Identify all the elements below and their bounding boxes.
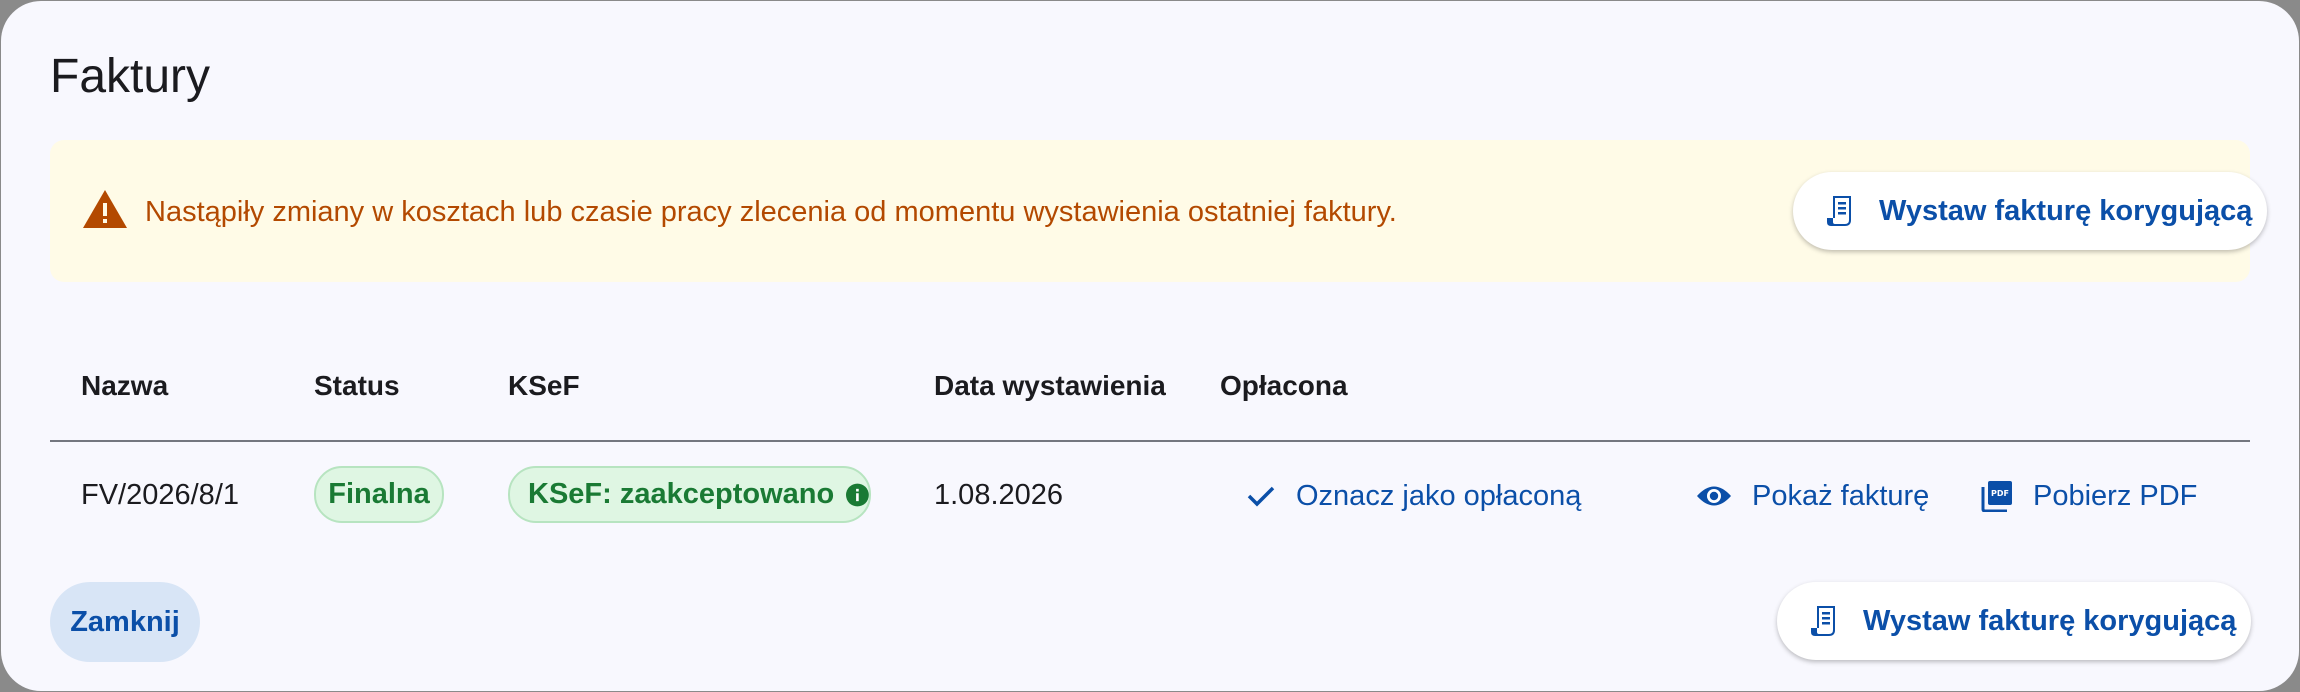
download-pdf-button[interactable]: PDF Pobierz PDF xyxy=(1981,472,2197,520)
eye-icon xyxy=(1697,486,1731,506)
issue-correction-footer-button[interactable]: Wystaw fakturę korygującą xyxy=(1777,582,2251,660)
check-icon xyxy=(1247,486,1275,507)
column-header-ksef: KSeF xyxy=(508,370,580,401)
close-button[interactable]: Zamknij xyxy=(50,582,200,662)
show-invoice-button[interactable]: Pokaż fakturę xyxy=(1696,472,1929,520)
download-pdf-label: Pobierz PDF xyxy=(2033,479,2198,512)
ksef-status-label: KSeF: zaakceptowano xyxy=(528,478,835,510)
column-header-issue-date: Data wystawienia xyxy=(934,370,1166,401)
column-header-status: Status xyxy=(314,370,400,401)
issue-date: 1.08.2026 xyxy=(934,479,1064,511)
invoices-dialog: Faktury Nastąpiły zmiany w kosztach lub … xyxy=(1,1,2299,691)
info-icon[interactable] xyxy=(846,482,869,508)
table-header-divider xyxy=(50,440,2250,442)
column-header-paid: Opłacona xyxy=(1220,370,1348,401)
status-badge-label: Finalna xyxy=(328,478,430,510)
receipt-icon xyxy=(1811,606,1835,636)
column-header-name: Nazwa xyxy=(81,370,169,401)
issue-correction-label: Wystaw fakturę korygującą xyxy=(1879,194,2253,227)
status-badge: Finalna xyxy=(314,466,444,523)
warning-message: Nastąpiły zmiany w kosztach lub czasie p… xyxy=(145,196,1397,228)
close-button-label: Zamknij xyxy=(70,605,180,638)
warning-banner: Nastąpiły zmiany w kosztach lub czasie p… xyxy=(50,140,2267,282)
mark-as-paid-label: Oznacz jako opłaconą xyxy=(1296,479,1582,512)
mark-as-paid-button[interactable]: Oznacz jako opłaconą xyxy=(1246,472,1581,520)
svg-text:PDF: PDF xyxy=(1991,489,2009,498)
issue-correction-button[interactable]: Wystaw fakturę korygującą xyxy=(1793,172,2267,250)
warning-triangle-icon xyxy=(83,190,127,228)
show-invoice-label: Pokaż fakturę xyxy=(1752,479,1930,512)
pdf-icon: PDF xyxy=(1981,481,2012,512)
receipt-icon xyxy=(1827,196,1851,226)
invoice-name: FV/2026/8/1 xyxy=(81,479,239,511)
ksef-status-badge[interactable]: KSeF: zaakceptowano xyxy=(508,466,871,523)
dialog-title: Faktury xyxy=(50,50,211,103)
issue-correction-footer-label: Wystaw fakturę korygującą xyxy=(1863,604,2237,637)
